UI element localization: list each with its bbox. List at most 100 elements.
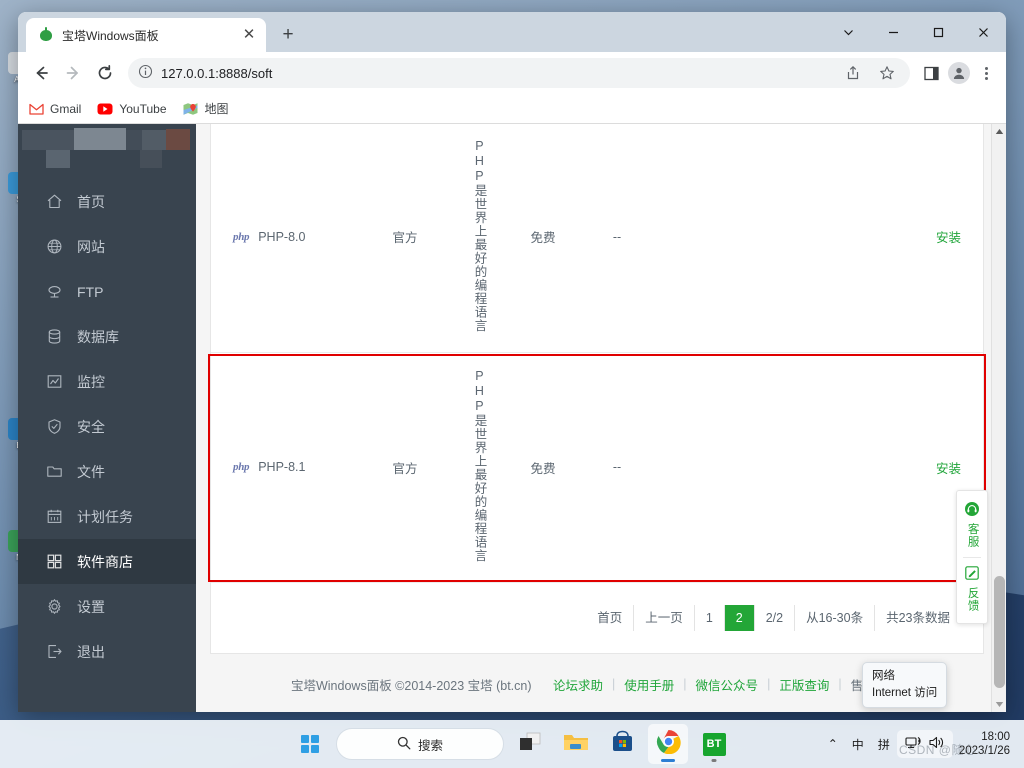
gmail-icon [28, 101, 44, 117]
bookmark-label: 地图 [204, 102, 229, 116]
bookmark-label: Gmail [50, 101, 82, 116]
footer-separator: | [767, 677, 771, 691]
pagination-prev[interactable]: 上一页 [633, 605, 694, 631]
taskbar-clock[interactable]: 18:00 2023/1/26 [953, 730, 1018, 759]
customer-service-button[interactable]: 客服 [964, 498, 980, 551]
start-button[interactable] [290, 724, 330, 764]
install-link[interactable]: 安装 [936, 231, 961, 245]
sidebar-item-settings[interactable]: 设置 [18, 584, 196, 629]
network-icon [905, 735, 922, 753]
omnibox-actions [840, 60, 904, 86]
site-info-icon[interactable] [138, 64, 153, 82]
blur-block [46, 150, 70, 168]
cell-spacer [655, 352, 913, 583]
side-panel-icon[interactable] [918, 60, 944, 86]
footer-link-manual[interactable]: 使用手册 [624, 675, 674, 694]
database-icon [46, 328, 63, 345]
description-text: PHP是世界上最好的编程语言 [472, 138, 487, 333]
task-view-button[interactable] [510, 724, 550, 764]
file-explorer-button[interactable] [556, 724, 596, 764]
bookmark-star-icon[interactable] [874, 60, 900, 86]
table-row[interactable]: php PHP-8.1 官方 PHP是世界上最好的编程语言 免费 -- 安装 [211, 352, 983, 583]
address-bar[interactable]: 127.0.0.1:8888/soft [128, 58, 910, 88]
table-row[interactable]: php PHP-8.0 官方 PHP是世界上最好的编程语言 免费 -- 安装 [211, 124, 983, 353]
sidebar-item-files[interactable]: 文件 [18, 449, 196, 494]
tab-strip: 宝塔Windows面板 ✕ + [18, 12, 1006, 52]
monitor-icon [46, 373, 63, 390]
close-button[interactable] [961, 12, 1006, 52]
ime-pinyin-indicator[interactable]: 拼 [871, 732, 897, 757]
back-button[interactable] [26, 58, 56, 88]
volume-icon [928, 735, 945, 753]
blur-block [140, 150, 162, 168]
sidebar-item-website[interactable]: 网站 [18, 224, 196, 269]
kebab-dot [984, 66, 988, 70]
description-text: PHP是世界上最好的编程语言 [472, 368, 487, 563]
pagination-first[interactable]: 首页 [586, 605, 633, 631]
maximize-button[interactable] [916, 12, 961, 52]
bookmark-youtube[interactable]: YouTube [97, 101, 167, 117]
tab-close-icon[interactable]: ✕ [240, 26, 258, 44]
sidebar-item-label: 软件商店 [77, 553, 133, 570]
bookmark-gmail[interactable]: Gmail [28, 101, 81, 117]
bookmark-maps[interactable]: 地图 [183, 100, 229, 117]
sidebar-item-software-store[interactable]: 软件商店 [18, 539, 196, 585]
feedback-label: 反馈 [966, 587, 979, 612]
share-icon[interactable] [840, 60, 866, 86]
reload-button[interactable] [90, 58, 120, 88]
install-link[interactable]: 安装 [936, 462, 961, 476]
taskbar-system-tray: ⌃ 中 拼 18:00 2023/1/26 [821, 730, 1018, 759]
bookmarks-bar: Gmail YouTube 地图 [18, 94, 1006, 124]
sidebar-item-ftp[interactable]: FTP [18, 269, 196, 314]
pagination-page-2[interactable]: 2 [723, 605, 754, 631]
tooltip-line-2: Internet 访问 [872, 686, 938, 699]
logo-quad [311, 745, 319, 753]
taskbar-search-box[interactable]: 搜索 [336, 728, 504, 760]
chrome-icon [656, 729, 681, 759]
sidebar-item-logout[interactable]: 退出 [18, 629, 196, 674]
bookmark-label: YouTube [119, 101, 167, 116]
address-bar-url: 127.0.0.1:8888/soft [161, 65, 273, 81]
scroll-down-arrow-icon[interactable] [992, 697, 1006, 712]
software-list-card: php PHP-8.0 官方 PHP是世界上最好的编程语言 免费 -- 安装 p… [210, 124, 984, 654]
tab-title: 宝塔Windows面板 [62, 28, 159, 43]
kebab-dot [984, 71, 988, 75]
footer-link-license[interactable]: 正版查询 [779, 675, 829, 694]
sidebar-item-label: 退出 [77, 643, 105, 660]
sidebar-item-home[interactable]: 首页 [18, 179, 196, 224]
sidebar-item-monitor[interactable]: 监控 [18, 359, 196, 404]
cell-extra: -- [579, 124, 655, 353]
minimize-button[interactable] [871, 12, 916, 52]
browser-menu-button[interactable] [974, 66, 998, 80]
scroll-up-arrow-icon[interactable] [992, 124, 1006, 139]
tab-search-chevron-icon[interactable] [826, 12, 871, 52]
pagination-page-1[interactable]: 1 [693, 605, 724, 631]
tray-quick-settings[interactable] [896, 730, 953, 758]
forward-button[interactable] [58, 58, 88, 88]
new-tab-button[interactable]: + [274, 21, 302, 49]
footer-link-wechat[interactable]: 微信公众号 [696, 675, 759, 694]
software-name: PHP-8.0 [258, 229, 306, 244]
feedback-button[interactable]: 反馈 [964, 562, 980, 615]
sidebar-item-database[interactable]: 数据库 [18, 314, 196, 359]
browser-tab[interactable]: 宝塔Windows面板 ✕ [26, 18, 266, 52]
sidebar-item-security[interactable]: 安全 [18, 404, 196, 449]
bt-panel-button[interactable]: BT [694, 724, 734, 764]
sidebar-item-cron[interactable]: 计划任务 [18, 494, 196, 539]
profile-avatar[interactable] [946, 60, 972, 86]
bt-icon: BT [702, 732, 726, 756]
google-chrome-button[interactable] [648, 724, 688, 764]
page-scrollbar[interactable] [991, 124, 1006, 712]
logout-icon [46, 643, 63, 660]
scrollbar-thumb[interactable] [994, 576, 1005, 688]
footer-separator: | [612, 677, 616, 691]
sidebar-item-label: FTP [77, 283, 104, 300]
tray-overflow-chevron-icon[interactable]: ⌃ [821, 733, 845, 755]
sidebar-item-label: 安全 [77, 418, 105, 435]
footer-link-forum[interactable]: 论坛求助 [553, 675, 603, 694]
microsoft-store-button[interactable] [602, 724, 642, 764]
window-controls [826, 12, 1006, 52]
ime-mode-indicator[interactable]: 中 [845, 732, 871, 757]
blur-block [166, 129, 190, 150]
task-view-icon [518, 731, 542, 758]
